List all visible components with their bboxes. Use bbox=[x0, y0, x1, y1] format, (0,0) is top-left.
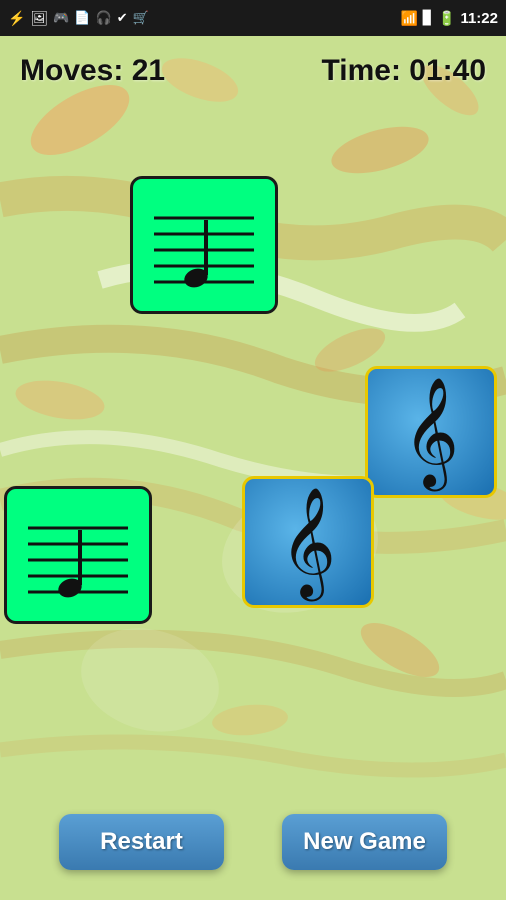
staff-svg-2 bbox=[18, 500, 138, 610]
restart-button[interactable]: Restart bbox=[59, 814, 224, 870]
status-icons-right: 📶 ▊ 🔋 11:22 bbox=[401, 10, 498, 27]
status-icons-left: ⚡ 🖼 🎮 📄 🎧 ✔ 🛒 bbox=[8, 10, 149, 27]
game-area: Moves: 21 Time: 01:40 𝄞 bbox=[0, 36, 506, 900]
image-icon: 🖼 bbox=[30, 10, 48, 27]
card-staff-1[interactable] bbox=[130, 176, 278, 314]
headphone-icon: 🎧 bbox=[96, 10, 112, 26]
card-treble-2[interactable]: 𝄞 bbox=[242, 476, 374, 608]
battery-icon: 🔋 bbox=[438, 10, 455, 27]
wifi-icon: 📶 bbox=[401, 10, 418, 27]
stats-row: Moves: 21 Time: 01:40 bbox=[0, 36, 506, 98]
buttons-row: Restart New Game bbox=[0, 814, 506, 870]
new-game-button[interactable]: New Game bbox=[282, 814, 447, 870]
treble-clef-2: 𝄞 bbox=[280, 495, 336, 590]
usb-icon: ⚡ bbox=[8, 10, 25, 27]
game-icon: 🎮 bbox=[53, 10, 69, 26]
card-treble-1[interactable]: 𝄞 bbox=[365, 366, 497, 498]
cart-icon: 🛒 bbox=[133, 10, 149, 26]
clock: 11:22 bbox=[460, 10, 498, 27]
time-display: Time: 01:40 bbox=[321, 54, 486, 88]
treble-clef-1: 𝄞 bbox=[403, 385, 459, 480]
check-icon: ✔ bbox=[117, 10, 128, 26]
moves-display: Moves: 21 bbox=[20, 54, 165, 88]
staff-svg-1 bbox=[144, 190, 264, 300]
status-bar: ⚡ 🖼 🎮 📄 🎧 ✔ 🛒 📶 ▊ 🔋 11:22 bbox=[0, 0, 506, 36]
card-staff-2[interactable] bbox=[4, 486, 152, 624]
file-icon: 📄 bbox=[74, 10, 90, 26]
signal-icon: ▊ bbox=[423, 10, 433, 26]
